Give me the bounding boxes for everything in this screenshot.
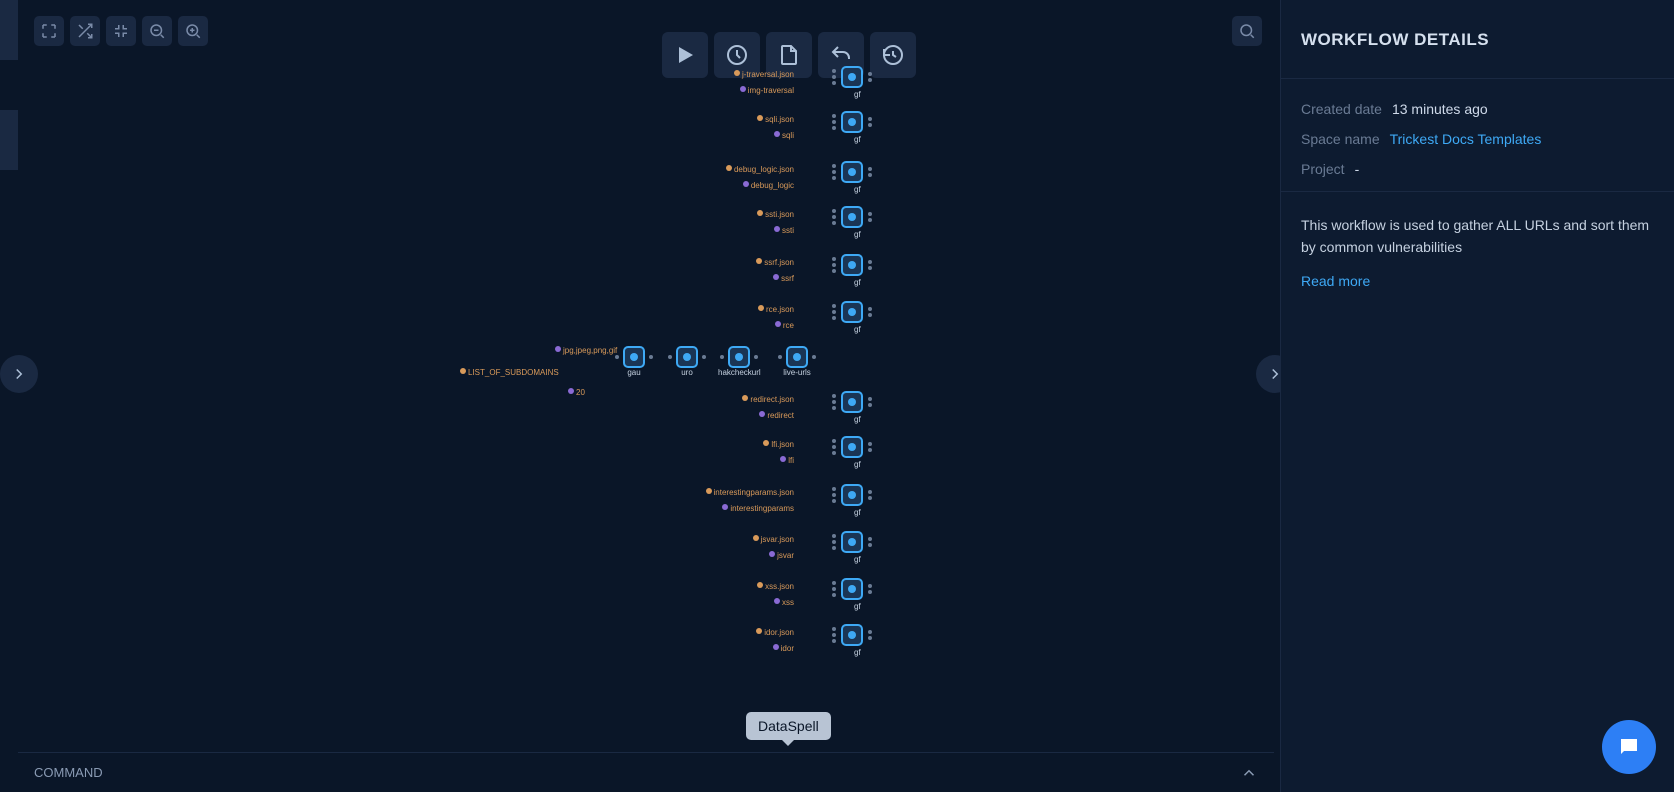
chat-icon bbox=[1617, 735, 1641, 759]
gf-node[interactable]: gf bbox=[832, 206, 872, 228]
divider bbox=[1281, 78, 1674, 79]
meta-project: Project - bbox=[1301, 161, 1654, 177]
branch-pat-label[interactable]: sqli bbox=[774, 125, 794, 143]
meta-created: Created date 13 minutes ago bbox=[1301, 101, 1654, 117]
gf-node[interactable]: gf bbox=[832, 436, 872, 458]
branch-pat-label[interactable]: redirect bbox=[759, 405, 794, 423]
branch-pat-label[interactable]: ssti bbox=[774, 220, 794, 238]
details-sidebar: WORKFLOW DETAILS Created date 13 minutes… bbox=[1280, 0, 1674, 792]
tooltip: DataSpell bbox=[746, 712, 831, 740]
command-bar[interactable]: COMMAND bbox=[18, 752, 1274, 792]
gf-node[interactable]: gf bbox=[832, 578, 872, 600]
input-node[interactable]: LIST_OF_SUBDOMAINS bbox=[460, 362, 559, 380]
gf-node[interactable]: gf bbox=[832, 301, 872, 323]
left-collapsed-panel-2[interactable] bbox=[0, 110, 18, 170]
branch-pat-label[interactable]: xss bbox=[774, 592, 794, 610]
branch-pat-label[interactable]: debug_logic bbox=[743, 175, 794, 193]
divider bbox=[1281, 191, 1674, 192]
stage-hakcheckurl[interactable]: hakcheckurl bbox=[718, 346, 761, 377]
gf-node[interactable]: gf bbox=[832, 484, 872, 506]
chat-button[interactable] bbox=[1602, 720, 1656, 774]
chevron-up-icon[interactable] bbox=[1240, 764, 1258, 782]
branch-pat-label[interactable]: rce bbox=[775, 315, 794, 333]
gf-node[interactable]: gf bbox=[832, 254, 872, 276]
gf-node[interactable]: gf bbox=[832, 111, 872, 133]
workflow-canvas[interactable]: LIST_OF_SUBDOMAINS jpg,jpeg,png,gif 20 g… bbox=[20, 4, 1274, 752]
branch-pat-label[interactable]: jsvar bbox=[769, 545, 794, 563]
left-collapsed-panel-1[interactable] bbox=[0, 0, 18, 60]
branch-pat-label[interactable]: ssrf bbox=[773, 268, 794, 286]
gf-node[interactable]: gf bbox=[832, 391, 872, 413]
stage-gau[interactable]: gau bbox=[615, 346, 653, 377]
branch-pat-label[interactable]: interestingparams bbox=[722, 498, 794, 516]
gf-node[interactable]: gf bbox=[832, 624, 872, 646]
workflow-description: This workflow is used to gather ALL URLs… bbox=[1301, 214, 1654, 259]
read-more-link[interactable]: Read more bbox=[1301, 273, 1654, 289]
branch-pat-label[interactable]: idor bbox=[773, 638, 794, 656]
meta-space: Space name Trickest Docs Templates bbox=[1301, 131, 1654, 147]
num-node[interactable]: 20 bbox=[568, 382, 585, 400]
command-label: COMMAND bbox=[34, 765, 103, 780]
gf-node[interactable]: gf bbox=[832, 161, 872, 183]
stage-liveurls[interactable]: live-urls bbox=[778, 346, 816, 377]
gf-node[interactable]: gf bbox=[832, 66, 872, 88]
stage-uro[interactable]: uro bbox=[668, 346, 706, 377]
sidebar-title: WORKFLOW DETAILS bbox=[1301, 30, 1654, 50]
branch-pat-label[interactable]: lfi bbox=[780, 450, 794, 468]
gf-node[interactable]: gf bbox=[832, 531, 872, 553]
branch-pat-label[interactable]: img-traversal bbox=[740, 80, 794, 98]
filter-node[interactable]: jpg,jpeg,png,gif bbox=[555, 340, 617, 358]
space-link[interactable]: Trickest Docs Templates bbox=[1390, 131, 1542, 147]
